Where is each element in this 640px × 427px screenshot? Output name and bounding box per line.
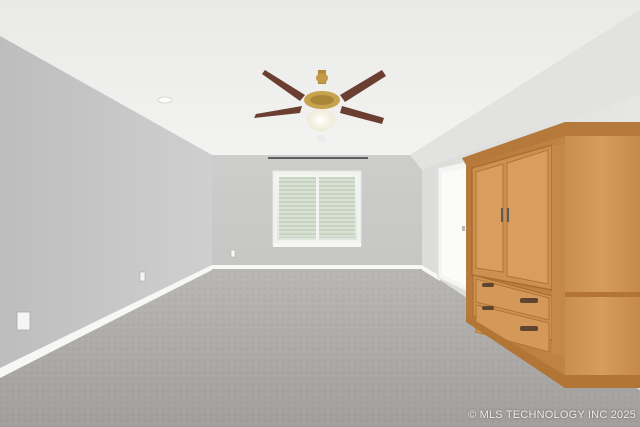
room-photo: © MLS TECHNOLOGY INC 2025	[0, 0, 640, 427]
window	[272, 170, 362, 247]
copyright-watermark: © MLS TECHNOLOGY INC 2025	[468, 409, 636, 421]
wall-outlet-left	[16, 311, 31, 331]
baseboard-back	[212, 265, 422, 269]
wall-outlet-back	[230, 249, 236, 258]
recessed-light	[157, 96, 173, 104]
room-illustration	[0, 0, 640, 427]
wall-outlet-small	[139, 271, 146, 282]
